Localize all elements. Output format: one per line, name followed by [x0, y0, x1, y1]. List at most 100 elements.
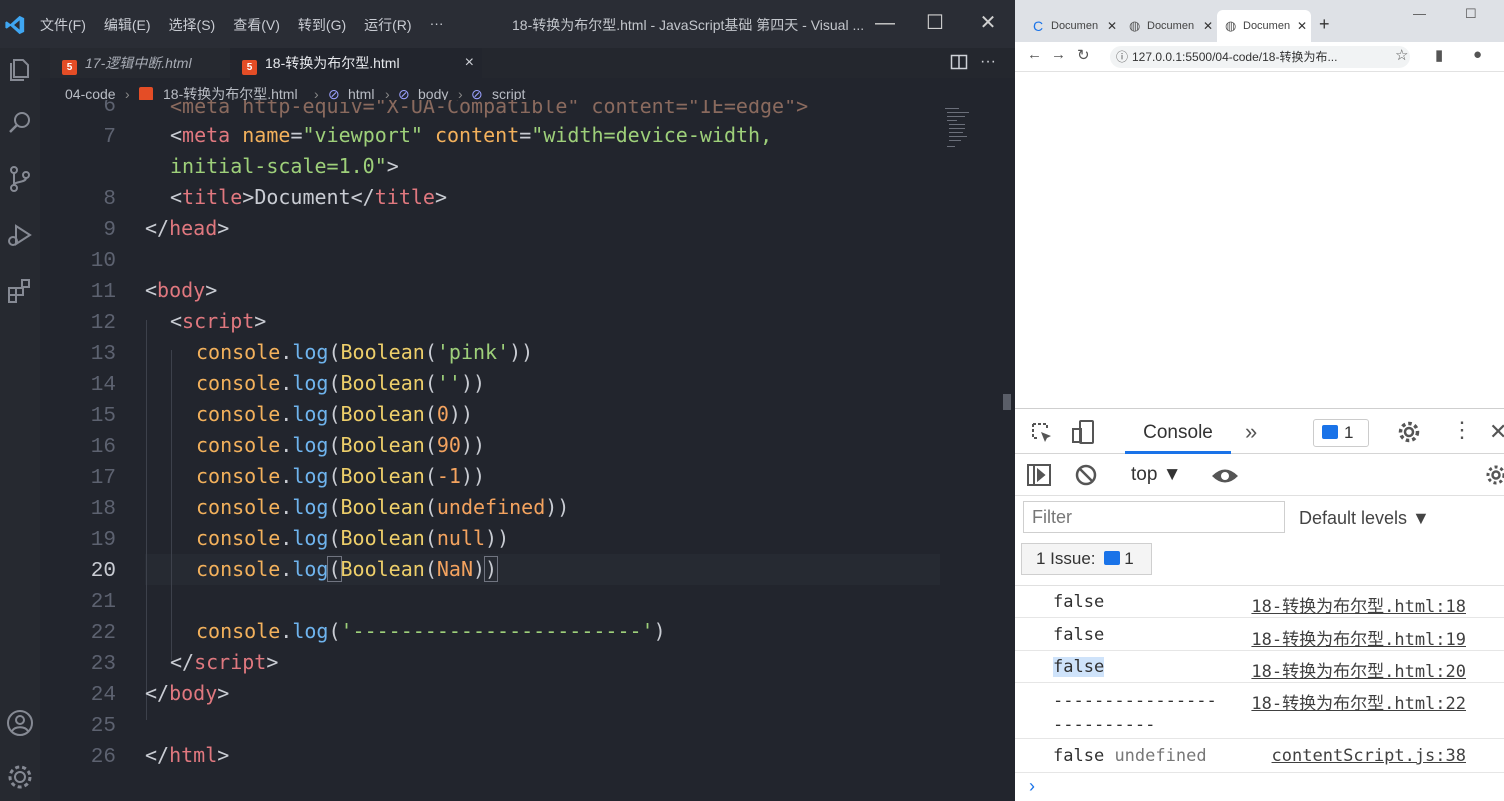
menu-selection[interactable]: 选择(S): [169, 15, 216, 35]
forward-icon[interactable]: →: [1051, 46, 1066, 63]
new-tab-button[interactable]: +: [1319, 14, 1330, 35]
gear-icon[interactable]: [1397, 420, 1421, 444]
issues-badge[interactable]: 1: [1313, 419, 1369, 447]
close-icon[interactable]: ✕: [1203, 10, 1213, 42]
console-message: false: [1053, 746, 1105, 766]
html5-file-icon: [139, 87, 153, 101]
star-icon[interactable]: ☆: [1395, 46, 1408, 64]
code-line-23: </script>: [170, 650, 279, 674]
loading-icon: C: [1033, 18, 1044, 34]
menu-file[interactable]: 文件(F): [40, 15, 86, 35]
extension-icon[interactable]: ▮: [1435, 46, 1443, 64]
console-prompt[interactable]: ›: [1029, 776, 1035, 797]
source-link[interactable]: 18-转换为布尔型.html:20: [1251, 657, 1466, 682]
issues-count: 1: [1124, 549, 1134, 568]
code-line-15: console.log(Boolean(0)): [196, 402, 473, 426]
account-icon[interactable]: [5, 708, 35, 738]
web-page-content: [1015, 72, 1504, 408]
log-levels-dropdown[interactable]: Default levels ▼: [1299, 505, 1430, 531]
code-line-17: console.log(Boolean(-1)): [196, 464, 486, 488]
clear-console-icon[interactable]: [1075, 464, 1097, 486]
source-control-icon[interactable]: [5, 164, 35, 194]
explorer-icon[interactable]: [5, 54, 35, 84]
code-line-20: console.log(Boolean(NaN)): [196, 556, 499, 582]
settings-gear-icon[interactable]: [5, 762, 35, 792]
line-number: 19: [90, 529, 116, 552]
browser-tab[interactable]: C Documen ✕: [1025, 10, 1121, 42]
close-icon[interactable]: ✕: [1489, 419, 1504, 445]
console-message: false: [1053, 592, 1105, 612]
back-icon[interactable]: ←: [1027, 46, 1042, 63]
code-line-7: <meta name="viewport" content="width=dev…: [170, 123, 773, 147]
sidebar-toggle-icon[interactable]: [1027, 464, 1051, 486]
code-editor[interactable]: 6 7 8 9 10 11 12 13 14 15 16 17 18 19 20…: [40, 100, 1015, 801]
title-bar: 文件(F) 编辑(E) 选择(S) 查看(V) 转到(G) 运行(R) ··· …: [0, 0, 1015, 48]
issues-button[interactable]: 1 Issue: 1: [1021, 543, 1152, 575]
source-link[interactable]: contentScript.js:38: [1272, 746, 1466, 766]
line-number: 24: [90, 684, 116, 707]
console-row: false 18-转换为布尔型.html:18: [1015, 586, 1504, 618]
code-line-8: <title>Document</title>: [170, 185, 447, 209]
line-number: 18: [90, 498, 116, 521]
minimap[interactable]: [945, 106, 975, 152]
console-row: false 18-转换为布尔型.html:19: [1015, 618, 1504, 651]
device-toolbar-icon[interactable]: [1070, 419, 1096, 445]
run-debug-icon[interactable]: [5, 220, 35, 250]
line-number: 17: [90, 467, 116, 490]
browser-tab-active[interactable]: ◍ Documen ✕: [1217, 10, 1311, 42]
console-message: false: [1053, 625, 1105, 645]
tab-label: 17-逻辑中断.html: [85, 55, 192, 71]
line-number: 8: [103, 188, 116, 211]
context-selector[interactable]: top ▼: [1131, 462, 1182, 488]
more-actions-icon[interactable]: ···: [980, 48, 996, 76]
devtools-panel: Console » 1 ⋮ ✕ top ▼ Filter Default lev…: [1015, 408, 1504, 801]
eye-icon[interactable]: [1211, 467, 1239, 485]
menu-view[interactable]: 查看(V): [233, 15, 280, 35]
url-text: 127.0.0.1:5500/04-code/18-转换为布...: [1132, 50, 1338, 64]
tab-17-logic-short-circuit[interactable]: 5 17-逻辑中断.html: [50, 48, 230, 78]
line-number: 10: [90, 250, 116, 273]
inspect-icon[interactable]: [1030, 421, 1054, 445]
indent-guide: [171, 350, 172, 660]
tab-18-convert-boolean[interactable]: 5 18-转换为布尔型.html ×: [230, 48, 482, 78]
tab-console[interactable]: Console: [1125, 409, 1231, 454]
globe-icon: ◍: [1225, 18, 1237, 33]
filter-input[interactable]: Filter: [1023, 501, 1285, 533]
search-icon[interactable]: [5, 108, 35, 138]
close-icon[interactable]: ✕: [1297, 10, 1307, 42]
line-number: 26: [90, 746, 116, 769]
maximize-button[interactable]: ☐: [1465, 6, 1477, 22]
message-icon: [1322, 425, 1338, 439]
profile-icon[interactable]: ●: [1473, 46, 1482, 63]
browser-tab-label: Documen: [1147, 20, 1195, 32]
minimize-button[interactable]: —: [870, 8, 900, 38]
menu-edit[interactable]: 编辑(E): [104, 15, 151, 35]
menu-more[interactable]: ···: [430, 15, 444, 35]
line-number: 12: [90, 312, 116, 335]
code-line-13: console.log(Boolean('pink')): [196, 340, 534, 364]
globe-icon: ◍: [1129, 18, 1141, 33]
url-input[interactable]: ⓘ 127.0.0.1:5500/04-code/18-转换为布...: [1110, 46, 1410, 68]
browser-window: C Documen ✕ ◍ Documen ✕ ◍ Documen ✕ + — ☐ ← → …: [1015, 0, 1504, 801]
menu-run[interactable]: 运行(R): [364, 15, 411, 35]
browser-tab[interactable]: ◍ Documen ✕: [1121, 10, 1217, 42]
editor-scrollbar[interactable]: [1003, 394, 1011, 410]
activity-bar: [0, 48, 40, 801]
close-icon[interactable]: ✕: [1107, 10, 1117, 42]
vscode-window: 文件(F) 编辑(E) 选择(S) 查看(V) 转到(G) 运行(R) ··· …: [0, 0, 1015, 801]
minimize-button[interactable]: —: [1413, 6, 1426, 21]
gear-icon[interactable]: [1485, 464, 1504, 486]
reload-icon[interactable]: ↻: [1077, 46, 1090, 64]
close-window-button[interactable]: ✕: [973, 8, 1003, 38]
source-link[interactable]: 18-转换为布尔型.html:18: [1251, 592, 1466, 617]
menu-go[interactable]: 转到(G): [298, 15, 346, 35]
html5-file-icon: 5: [62, 60, 77, 75]
maximize-button[interactable]: ☐: [920, 8, 950, 38]
kebab-icon[interactable]: ⋮: [1451, 417, 1473, 443]
split-editor-icon[interactable]: [950, 53, 968, 71]
source-link[interactable]: 18-转换为布尔型.html:19: [1251, 625, 1466, 650]
extensions-icon[interactable]: [5, 276, 35, 306]
source-link[interactable]: 18-转换为布尔型.html:22: [1251, 689, 1466, 714]
close-icon[interactable]: ×: [465, 48, 474, 78]
more-tabs-icon[interactable]: »: [1245, 419, 1257, 445]
